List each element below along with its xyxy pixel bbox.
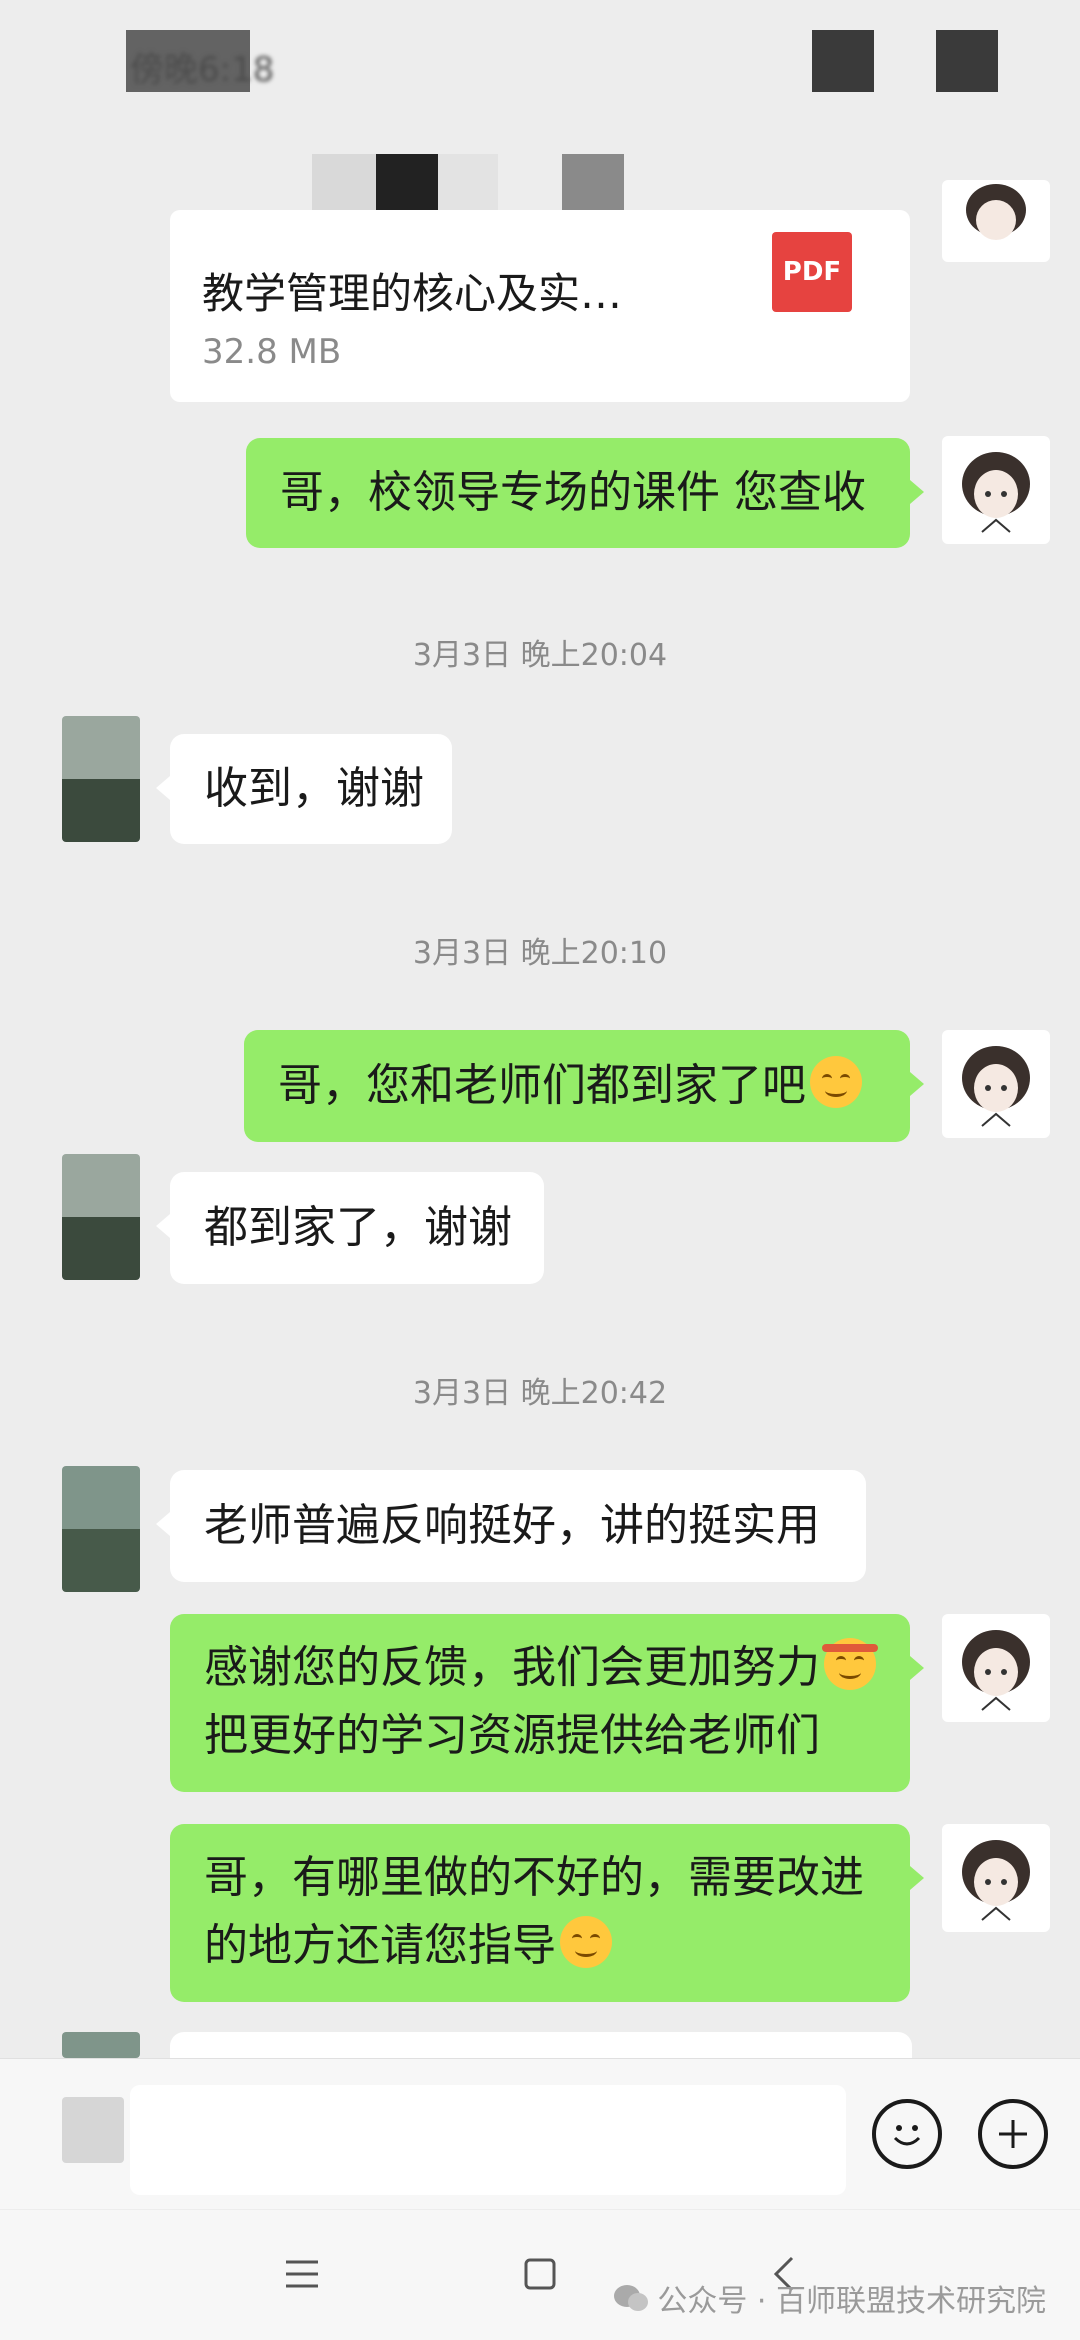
status-blur-left: [126, 30, 250, 92]
smile-emoji-icon: [810, 1056, 862, 1108]
file-size: 32.8 MB: [202, 332, 342, 372]
determined-emoji-icon: [822, 1638, 878, 1690]
emoji-face-icon: [893, 2125, 921, 2146]
voice-toggle-button[interactable]: [62, 2097, 124, 2163]
message-text-line-1: 感谢您的反馈，我们会更加努力: [204, 1642, 820, 1693]
contact-message-bubble[interactable]: 都到家了，谢谢: [156, 1172, 544, 1284]
contact-message-bubble[interactable]: [156, 2032, 912, 2098]
my-avatar[interactable]: [942, 1030, 1050, 1138]
my-avatar[interactable]: [942, 436, 1050, 544]
message-input[interactable]: [130, 2085, 846, 2195]
title-blur-2: [376, 154, 438, 216]
avatar-girl-icon: [962, 452, 1030, 533]
contact-avatar[interactable]: [62, 1154, 140, 1280]
smile-emoji-icon: [560, 1916, 612, 1968]
my-avatar[interactable]: [942, 1614, 1050, 1722]
status-icon-1: [812, 30, 874, 92]
status-icon-2: [936, 30, 998, 92]
message-text-line-1: 哥，有哪里做的不好的，需要改进: [204, 1852, 864, 1903]
status-bar: 傍晚6:18: [0, 0, 1080, 120]
title-blur-3: [438, 154, 498, 216]
my-message-bubble[interactable]: 哥，校领导专场的课件 您查收: [246, 438, 924, 548]
message-text: 哥，校领导专场的课件 您查收: [280, 467, 866, 518]
emoji-button[interactable]: [872, 2099, 942, 2169]
title-blur-4: [562, 154, 624, 216]
plus-icon: [999, 2120, 1027, 2148]
my-avatar[interactable]: [942, 180, 1050, 262]
timestamp: 3月3日 晚上20:42: [412, 1376, 668, 1411]
menu-nav-button[interactable]: [282, 2254, 322, 2298]
my-message-bubble[interactable]: 哥，您和老师们都到家了吧: [244, 1030, 924, 1142]
contact-avatar[interactable]: [62, 716, 140, 842]
more-button[interactable]: [978, 2099, 1048, 2169]
message-text-line-2: 把更好的学习资源提供给老师们: [204, 1710, 820, 1761]
timestamp: 3月3日 晚上20:10: [412, 936, 668, 971]
message-text: 哥，您和老师们都到家了吧: [278, 1060, 806, 1111]
pdf-icon: PDF: [772, 232, 852, 312]
contact-message-bubble[interactable]: 收到，谢谢: [156, 734, 452, 844]
contact-avatar[interactable]: [62, 1466, 140, 1592]
watermark-text: 公众号 · 百师联盟技术研究院: [657, 2284, 1046, 2319]
file-name: 教学管理的核心及实…: [202, 269, 623, 318]
my-message-bubble[interactable]: 哥，有哪里做的不好的，需要改进 的地方还请您指导: [170, 1824, 924, 2002]
timestamp: 3月3日 晚上20:04: [412, 638, 668, 673]
message-text-line-2: 的地方还请您指导: [204, 1920, 556, 1971]
my-message-bubble[interactable]: 感谢您的反馈，我们会更加努力 把更好的学习资源提供给老师们: [170, 1614, 924, 1792]
contact-avatar[interactable]: [62, 2032, 140, 2058]
wechat-logo-icon: [614, 2285, 649, 2311]
message-text: 收到，谢谢: [204, 763, 424, 814]
home-square-icon: [524, 2258, 556, 2290]
home-nav-button[interactable]: [520, 2254, 560, 2298]
title-blur-1: [312, 154, 376, 216]
menu-icon: [286, 2260, 318, 2288]
message-text: 老师普遍反响挺好，讲的挺实用: [204, 1500, 820, 1551]
contact-message-bubble[interactable]: 老师普遍反响挺好，讲的挺实用: [156, 1470, 866, 1582]
message-text: 都到家了，谢谢: [204, 1202, 512, 1253]
watermark: 公众号 · 百师联盟技术研究院: [613, 2276, 1046, 2320]
system-nav-bar: [0, 2210, 1080, 2340]
file-message-card[interactable]: 教学管理的核心及实… 32.8 MB PDF: [170, 210, 910, 402]
chat-input-bar: [0, 2058, 1080, 2209]
my-avatar[interactable]: [942, 1824, 1050, 1932]
